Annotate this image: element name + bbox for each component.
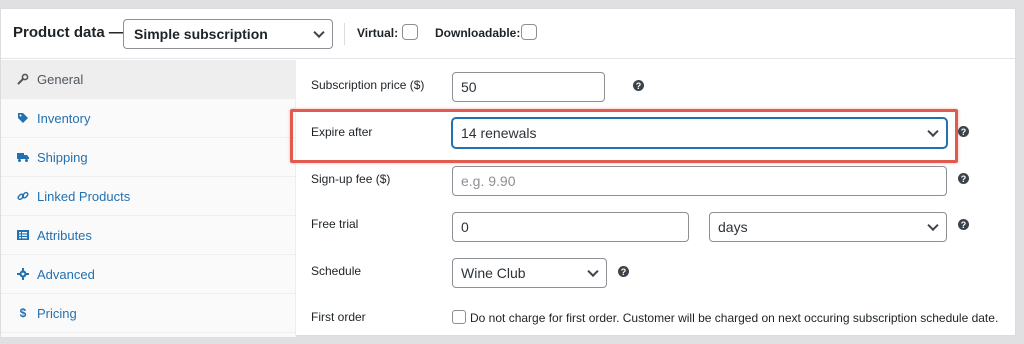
help-icon[interactable]: ? [958,126,969,137]
tab-linked-products[interactable]: Linked Products [1,177,296,216]
expire-after-label: Expire after [311,125,373,139]
virtual-label: Virtual: [357,26,399,40]
help-icon[interactable]: ? [618,266,629,277]
tab-linked-products-label: Linked Products [37,188,131,204]
first-order-label: First order [311,310,366,324]
tab-pricing[interactable]: $ Pricing [1,294,296,333]
help-icon[interactable]: ? [958,173,969,184]
tab-attributes-label: Attributes [37,227,92,243]
list-icon [17,229,29,241]
downloadable-checkbox[interactable] [521,24,537,40]
virtual-checkbox[interactable] [402,24,418,40]
free-trial-label: Free trial [311,217,359,231]
tab-shipping-label: Shipping [37,149,88,165]
first-order-checkbox-text: Do not charge for first order. Customer … [470,311,999,325]
chevron-down-icon [313,26,325,39]
expire-after-value: 14 renewals [461,125,537,141]
signup-fee-label: Sign-up fee ($) [311,172,391,186]
tab-inventory-label: Inventory [37,110,91,126]
signup-fee-input[interactable]: e.g. 9.90 [452,166,947,196]
tab-general[interactable]: General [1,60,296,99]
tab-advanced[interactable]: Advanced [1,255,296,294]
schedule-value: Wine Club [461,265,526,281]
link-icon [17,190,29,202]
tab-pricing-label: Pricing [37,305,77,321]
downloadable-label: Downloadable: [435,26,521,40]
header-divider [344,23,345,45]
wrench-icon [17,73,29,85]
schedule-label: Schedule [311,264,362,278]
first-order-checkbox[interactable] [452,310,466,324]
schedule-select[interactable]: Wine Club [452,258,607,288]
product-data-header: Product data — Simple subscription Virtu… [1,9,1015,59]
product-data-tabs: General Inventory Shipping Linked Produc… [1,60,296,337]
free-trial-period-select[interactable]: days [709,212,947,242]
chevron-down-icon [587,265,599,278]
product-data-title: Product data — [13,24,124,41]
dollar-icon: $ [19,306,27,320]
tab-advanced-label: Advanced [37,266,95,282]
tab-general-label: General [37,71,84,87]
chevron-down-icon [927,125,939,138]
product-data-panel: Product data — Simple subscription Virtu… [0,8,1016,337]
product-type-value: Simple subscription [134,26,268,42]
free-trial-period-value: days [718,219,748,235]
free-trial-length-input[interactable]: 0 [452,212,689,242]
tag-icon [17,112,29,124]
tab-attributes[interactable]: Attributes [1,216,296,255]
chevron-down-icon [927,219,939,232]
gear-icon [17,268,29,280]
product-type-select[interactable]: Simple subscription [123,19,333,49]
subscription-price-input[interactable]: 50 [452,72,605,102]
tab-inventory[interactable]: Inventory [1,99,296,138]
expire-after-select[interactable]: 14 renewals [452,118,947,148]
help-icon[interactable]: ? [958,219,969,230]
tab-shipping[interactable]: Shipping [1,138,296,177]
subscription-price-label: Subscription price ($) [311,78,425,92]
help-icon[interactable]: ? [633,80,644,91]
truck-icon [17,151,29,163]
